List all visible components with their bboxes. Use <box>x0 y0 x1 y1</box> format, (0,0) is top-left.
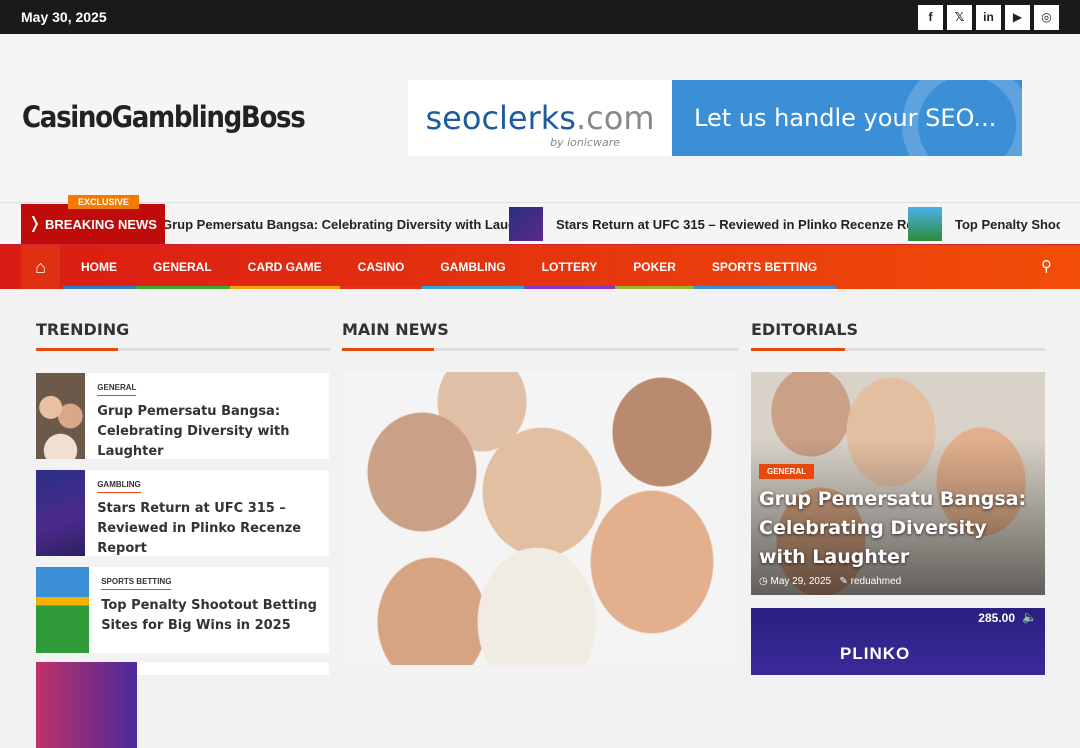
main-navigation: ⌂ HOME GENERAL CARD GAME CASINO GAMBLING… <box>0 244 1080 289</box>
ticker-items: Grup Pemersatu Bangsa: Celebrating Diver… <box>165 203 1060 245</box>
trending-item[interactable]: SPORTS BETTING Top Penalty Shootout Betti… <box>36 567 329 653</box>
post-date: May 29, 2025 <box>770 576 832 587</box>
social-links: f 𝕏 in ▶ ◎ <box>918 4 1059 30</box>
trending-thumbnail <box>36 373 86 459</box>
editorials-heading: EDITORIALS <box>751 320 859 339</box>
ad-byline: by ionicware <box>550 136 620 149</box>
trending-item[interactable]: GAMBLING Stars Return at UFC 315 – Review… <box>36 470 329 556</box>
top-bar: May 30, 2025 f 𝕏 in ▶ ◎ <box>0 0 1080 34</box>
exclusive-badge: EXCLUSIVE <box>68 195 140 209</box>
ticker-thumbnail <box>908 207 942 241</box>
ticker-thumbnail <box>509 207 543 241</box>
breaking-news-ticker: ❭ BREAKING NEWS EXCLUSIVE Grup Pemersatu… <box>0 195 1080 245</box>
breaking-news-label: ❭ BREAKING NEWS <box>21 204 165 244</box>
x-twitter-icon[interactable]: 𝕏 <box>947 4 972 30</box>
clock-icon: ◷ <box>759 576 768 587</box>
main-news-underline <box>342 348 738 351</box>
post-author[interactable]: reduahmed <box>851 576 902 587</box>
editorial-title[interactable]: Grup Pemersatu Bangsa: Celebrating Diver… <box>759 485 1037 572</box>
category-label[interactable]: GENERAL <box>97 383 137 396</box>
nav-item-card-game[interactable]: CARD GAME <box>229 245 340 289</box>
trending-item[interactable] <box>36 662 329 748</box>
plinko-logo: PLINKO <box>840 644 911 663</box>
volume-icon: 🔈 <box>1022 610 1037 624</box>
edit-icon: ✎ <box>839 576 848 587</box>
nav-item-gambling[interactable]: GAMBLING <box>422 245 524 289</box>
editorial-card[interactable]: 285.00 🔈 PLINKO <box>751 608 1045 675</box>
youtube-icon[interactable]: ▶ <box>1005 4 1030 30</box>
trending-thumbnail <box>36 470 86 556</box>
trending-title[interactable]: Top Penalty Shootout Betting Sites for B… <box>101 596 317 636</box>
ticker-item[interactable]: Grup Pemersatu Bangsa: Celebrating Diver… <box>165 203 541 245</box>
nav-item-general[interactable]: GENERAL <box>135 245 230 289</box>
editorial-card[interactable]: GENERAL Grup Pemersatu Bangsa: Celebrati… <box>751 372 1045 595</box>
trending-heading: TRENDING <box>36 320 130 339</box>
linkedin-icon[interactable]: in <box>976 4 1001 30</box>
home-icon[interactable]: ⌂ <box>21 245 60 289</box>
trending-title[interactable]: Grup Pemersatu Bangsa: Celebrating Diver… <box>97 402 317 462</box>
banner-ad[interactable]: seoclerks .com by ionicware Let us handle… <box>408 80 1022 156</box>
trending-item[interactable]: GENERAL Grup Pemersatu Bangsa: Celebratin… <box>36 373 329 459</box>
category-label[interactable]: GENERAL <box>759 464 815 479</box>
instagram-icon[interactable]: ◎ <box>1034 4 1059 30</box>
ad-decoration-icon <box>902 80 1022 156</box>
trending-title[interactable]: Stars Return at UFC 315 – Reviewed in Pl… <box>97 499 317 559</box>
trending-underline <box>36 348 330 351</box>
category-label[interactable]: GAMBLING <box>97 480 141 493</box>
nav-item-sports-betting[interactable]: SPORTS BETTING <box>693 245 836 289</box>
site-header: CasinoGamblingBoss seoclerks .com by ioni… <box>0 34 1080 202</box>
nav-item-poker[interactable]: POKER <box>615 245 694 289</box>
main-news-heading: MAIN NEWS <box>342 320 449 339</box>
ticker-item[interactable]: Top Penalty Shootout Betting Sites for B… <box>908 203 1060 245</box>
nav-item-lottery[interactable]: LOTTERY <box>523 245 616 289</box>
trending-thumbnail <box>36 567 90 653</box>
nav-item-casino[interactable]: CASINO <box>339 245 423 289</box>
site-logo[interactable]: CasinoGamblingBoss <box>22 100 306 134</box>
main-news-image[interactable] <box>342 372 738 665</box>
plinko-amount: 285.00 <box>978 611 1015 625</box>
nav-item-home[interactable]: HOME <box>63 245 135 289</box>
ticker-item[interactable]: Stars Return at UFC 315 – Reviewed in Pl… <box>509 203 939 245</box>
editorials-underline <box>751 348 1045 351</box>
current-date: May 30, 2025 <box>21 9 107 25</box>
chevron-right-icon: ❭ <box>28 215 42 232</box>
search-icon[interactable]: ⚲ <box>1041 257 1052 275</box>
facebook-icon[interactable]: f <box>918 4 943 30</box>
ad-seoclerks-logo: seoclerks .com by ionicware <box>408 80 672 156</box>
ad-tagline: Let us handle your SEO... <box>672 80 1022 156</box>
category-label[interactable]: SPORTS BETTING <box>101 577 172 590</box>
